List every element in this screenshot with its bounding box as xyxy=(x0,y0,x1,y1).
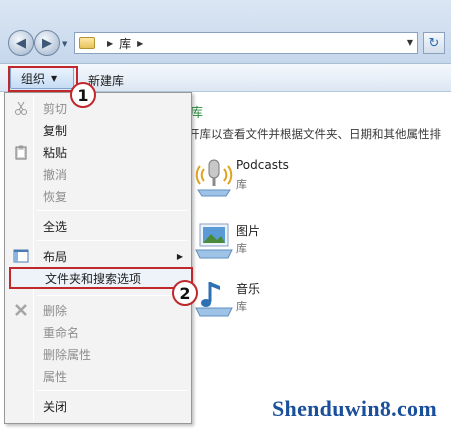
menu-item-folder-and-search-options[interactable]: 文件夹和搜索选项 xyxy=(9,267,193,289)
step-1-callout: 1 xyxy=(70,82,96,108)
menu-item-properties[interactable]: 属性 xyxy=(7,365,189,387)
menu-item-label: 剪切 xyxy=(43,101,68,116)
library-item-podcasts[interactable]: Podcasts 库 xyxy=(188,154,448,200)
library-type: 库 xyxy=(236,300,247,313)
library-item-music[interactable]: 音乐 库 xyxy=(188,276,448,322)
recent-pages-dropdown-icon[interactable]: ▼ xyxy=(62,40,67,48)
library-type: 库 xyxy=(236,178,247,191)
menu-item-copy[interactable]: 复制 xyxy=(7,119,189,141)
delete-x-icon xyxy=(15,304,27,316)
menu-item-label: 粘贴 xyxy=(43,145,68,160)
menu-item-remove-properties[interactable]: 删除属性 xyxy=(7,343,189,365)
menu-separator xyxy=(37,390,187,391)
organize-highlight-frame xyxy=(8,66,78,92)
menu-item-redo[interactable]: 恢复 xyxy=(7,185,189,207)
menu-item-label: 撤消 xyxy=(43,167,68,182)
menu-item-cut[interactable]: 剪切 xyxy=(7,97,189,119)
menu-item-paste[interactable]: 粘贴 xyxy=(7,141,189,163)
refresh-button[interactable]: ↻ xyxy=(423,32,445,54)
library-content-pane: 库 开库以查看文件并根据文件夹、日期和其他属性排 Podcasts 库 图片 库 xyxy=(148,92,451,432)
menu-separator xyxy=(37,210,187,211)
menu-item-label: 删除 xyxy=(43,303,68,318)
menu-item-label: 文件夹和搜索选项 xyxy=(45,271,142,286)
menu-item-label: 全选 xyxy=(43,219,68,234)
folder-icon xyxy=(79,37,95,49)
menu-item-rename[interactable]: 重命名 xyxy=(7,321,189,343)
forward-button[interactable]: ▶ xyxy=(34,30,60,56)
watermark: Shenduwin8.com xyxy=(272,396,437,421)
menu-item-label: 复制 xyxy=(43,123,68,138)
menu-item-label: 布局 xyxy=(43,249,68,264)
menu-item-label: 关闭 xyxy=(43,399,68,414)
forward-arrow-icon: ▶ xyxy=(42,35,52,51)
pictures-library-icon xyxy=(195,223,233,259)
menu-item-label: 属性 xyxy=(43,369,68,384)
breadcrumb-separator-icon[interactable]: ▶ xyxy=(137,39,143,48)
menu-item-layout[interactable]: 布局 ▶ xyxy=(7,245,189,267)
menu-item-delete[interactable]: 删除 xyxy=(7,299,189,321)
address-history-dropdown-icon[interactable]: ▼ xyxy=(407,38,413,47)
library-name: Podcasts xyxy=(236,158,289,172)
menu-separator xyxy=(37,295,187,296)
menu-item-close[interactable]: 关闭 xyxy=(7,395,189,417)
address-bar-area: ◀ ▶ ▼ ▶ 库 ▶ ▼ ↻ xyxy=(0,0,451,64)
breadcrumb-item-library[interactable]: 库 xyxy=(119,35,131,52)
menu-item-label: 删除属性 xyxy=(43,347,92,362)
library-type: 库 xyxy=(236,242,247,255)
breadcrumb-separator-icon[interactable]: ▶ xyxy=(107,39,113,48)
menu-item-label: 重命名 xyxy=(43,325,80,340)
scissors-icon xyxy=(15,101,27,115)
podcast-microphone-icon xyxy=(195,159,233,197)
layout-icon xyxy=(13,249,29,263)
music-library-icon xyxy=(195,282,233,317)
menu-separator xyxy=(37,240,187,241)
library-name: 音乐 xyxy=(236,282,261,296)
submenu-arrow-icon: ▶ xyxy=(176,251,183,261)
menu-item-undo[interactable]: 撤消 xyxy=(7,163,189,185)
menu-item-label: 恢复 xyxy=(43,189,68,204)
refresh-icon: ↻ xyxy=(428,35,440,51)
step-2-callout: 2 xyxy=(172,280,198,306)
back-arrow-icon: ◀ xyxy=(16,35,26,51)
back-button[interactable]: ◀ xyxy=(8,30,34,56)
library-item-pictures[interactable]: 图片 库 xyxy=(188,218,448,264)
menu-item-select-all[interactable]: 全选 xyxy=(7,215,189,237)
clipboard-icon xyxy=(15,145,27,160)
address-field[interactable]: ▶ 库 ▶ ▼ xyxy=(74,32,418,54)
content-description: 开库以查看文件并根据文件夹、日期和其他属性排 xyxy=(188,127,441,141)
organize-menu: 剪切 复制 粘贴 撤消 恢复 全选 布局 ▶ 文件夹和搜索选项 删除 重命名 删… xyxy=(4,92,193,424)
library-name: 图片 xyxy=(236,224,261,238)
